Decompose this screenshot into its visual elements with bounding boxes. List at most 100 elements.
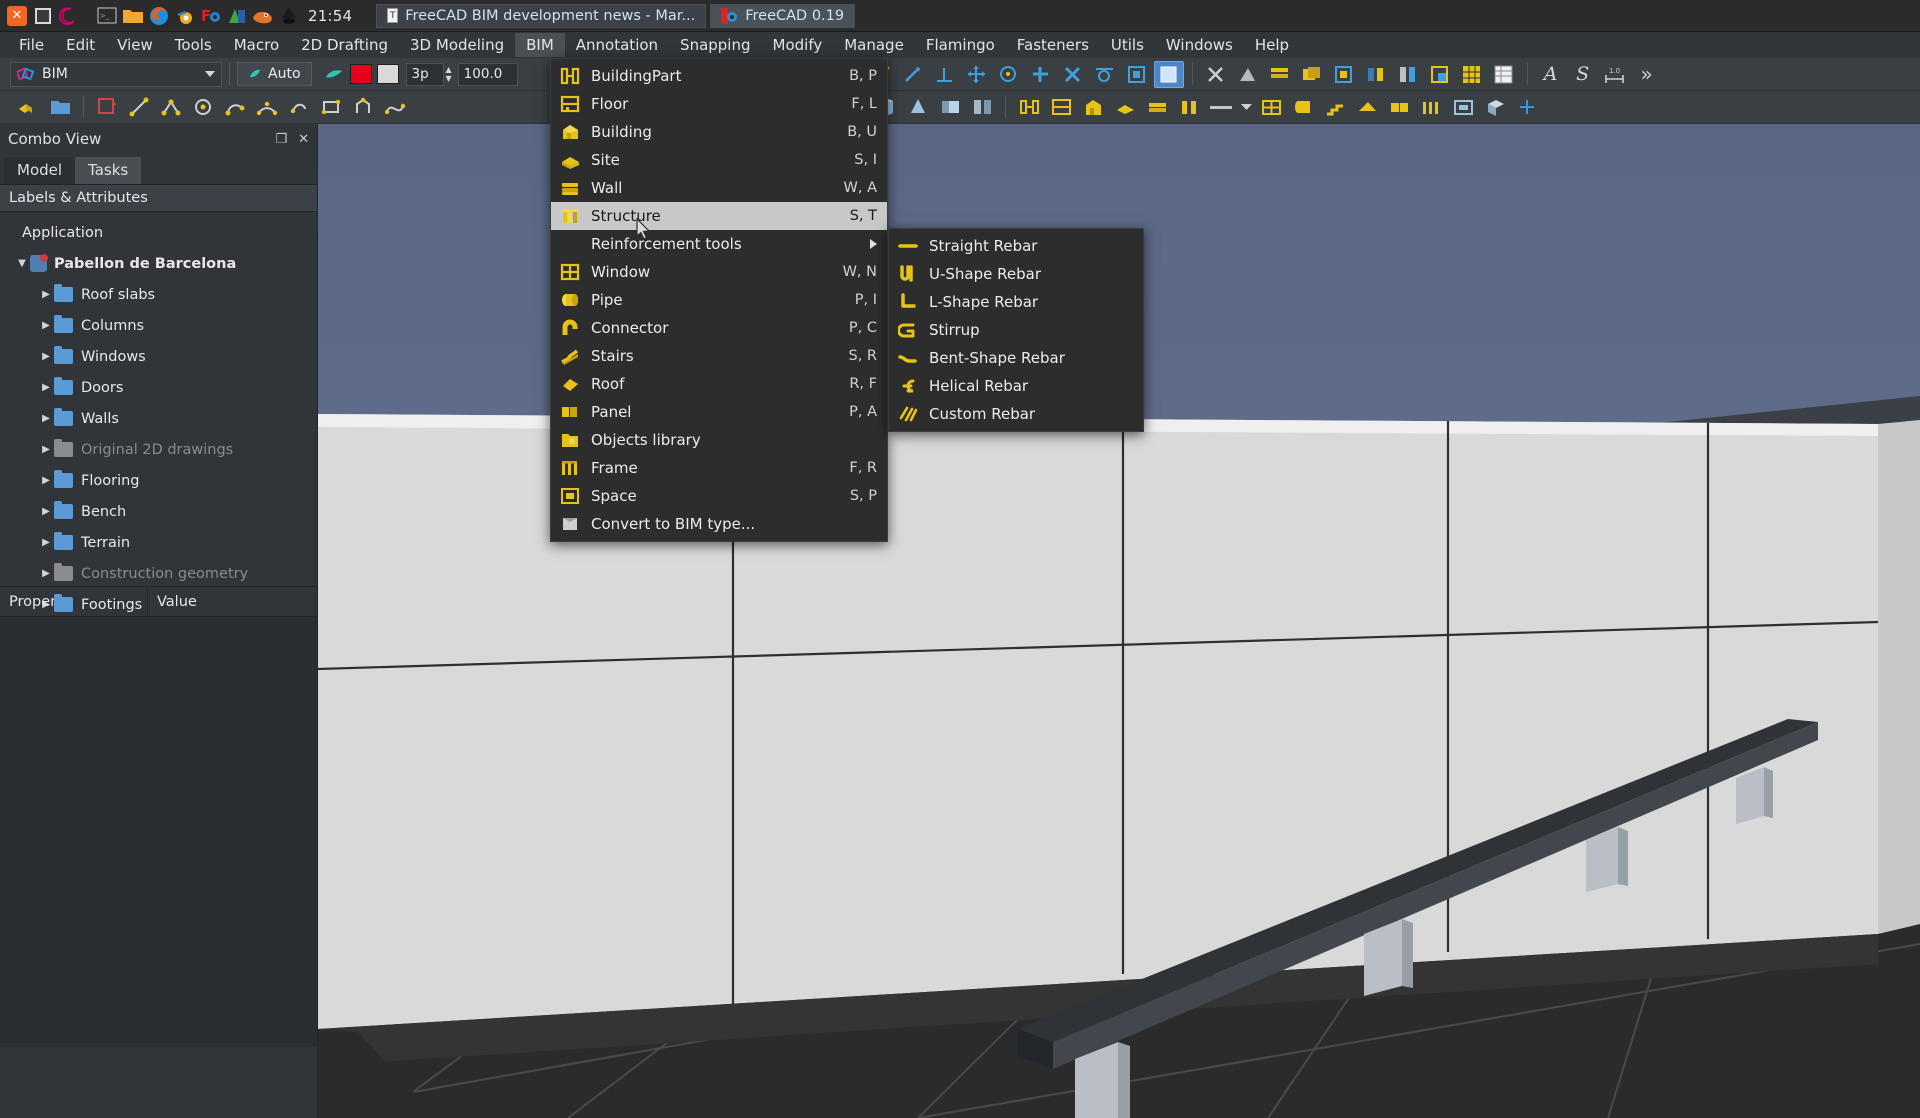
tree-item-construction-geometry[interactable]: ▶Construction geometry — [0, 558, 317, 589]
snap-center-icon[interactable] — [994, 61, 1024, 88]
menubar-item-annotation[interactable]: Annotation — [565, 33, 669, 57]
bim-frame-icon[interactable] — [1416, 94, 1446, 121]
xfce-close-icon[interactable]: ✕ — [4, 4, 30, 28]
tree-item-walls[interactable]: ▶Walls — [0, 403, 317, 434]
chevron-right-icon[interactable]: ▶ — [38, 506, 54, 517]
tree-item-roof-slabs[interactable]: ▶Roof slabs — [0, 279, 317, 310]
inkscape-icon[interactable] — [276, 4, 302, 28]
submenu-item-helical-rebar[interactable]: Helical Rebar — [889, 372, 1143, 400]
bim-menu-item-structure[interactable]: StructureS, T — [551, 202, 887, 230]
tree-item-bench[interactable]: ▶Bench — [0, 496, 317, 527]
modify-rotate-icon[interactable] — [1233, 61, 1263, 88]
draft-rectangle-icon[interactable] — [316, 94, 346, 121]
submenu-item-stirrup[interactable]: Stirrup — [889, 316, 1143, 344]
firefox-icon[interactable] — [146, 4, 172, 28]
chevron-right-icon[interactable]: ▶ — [38, 444, 54, 455]
close-panel-icon[interactable]: ✕ — [298, 132, 309, 147]
modify-move-icon[interactable] — [1201, 61, 1231, 88]
modify-table-icon[interactable] — [1489, 61, 1519, 88]
debian-icon[interactable] — [56, 4, 82, 28]
bim-menu-item-connector[interactable]: ConnectorP, C — [551, 314, 887, 342]
bim-floor-icon[interactable] — [1046, 94, 1076, 121]
bim-menu-item-reinforcement-tools[interactable]: Reinforcement tools — [551, 230, 887, 258]
submenu-item-straight-rebar[interactable]: Straight Rebar — [889, 232, 1143, 260]
workbench-selector[interactable]: BIM — [10, 62, 222, 87]
menubar-item-view[interactable]: View — [106, 33, 164, 57]
chevron-right-icon[interactable]: ▶ — [38, 413, 54, 424]
line-width-stepper[interactable]: ▲▼ — [446, 66, 452, 82]
bim-menu-item-buildingpart[interactable]: BuildingPartB, P — [551, 62, 887, 90]
chevron-right-icon[interactable]: ▶ — [38, 289, 54, 300]
tree-item-flooring[interactable]: ▶Flooring — [0, 465, 317, 496]
submenu-item-bent-shape-rebar[interactable]: Bent-Shape Rebar — [889, 344, 1143, 372]
bim-menu-item-pipe[interactable]: PipeP, I — [551, 286, 887, 314]
bim-component-icon[interactable] — [1480, 94, 1510, 121]
bim-menu-item-stairs[interactable]: StairsS, R — [551, 342, 887, 370]
tree-item-original-2d-drawings[interactable]: ▶Original 2D drawings — [0, 434, 317, 465]
menubar-item-file[interactable]: File — [8, 33, 55, 57]
tree-item-terrain[interactable]: ▶Terrain — [0, 527, 317, 558]
window-icon[interactable] — [30, 4, 56, 28]
menubar-item-modify[interactable]: Modify — [762, 33, 834, 57]
menubar-item-windows[interactable]: Windows — [1155, 33, 1244, 57]
menubar-item-manage[interactable]: Manage — [833, 33, 915, 57]
dimension-icon[interactable]: 1.0 — [1600, 61, 1630, 88]
bim-panel-icon[interactable] — [1384, 94, 1414, 121]
bim-menu-item-space[interactable]: SpaceS, P — [551, 482, 887, 510]
chevron-right-icon[interactable]: ▶ — [38, 351, 54, 362]
submenu-item-custom-rebar[interactable]: Custom Rebar — [889, 400, 1143, 428]
menubar-item-utils[interactable]: Utils — [1100, 33, 1155, 57]
draft-line-icon[interactable] — [124, 94, 154, 121]
bim-add-icon[interactable]: + — [1512, 94, 1542, 121]
snap-ortho-icon[interactable] — [898, 61, 928, 88]
bim-menu-item-panel[interactable]: PanelP, A — [551, 398, 887, 426]
bim-site-icon[interactable] — [1110, 94, 1140, 121]
draft-arc-icon[interactable] — [220, 94, 250, 121]
chevron-right-icon[interactable]: ▶ — [38, 537, 54, 548]
gimp-icon[interactable] — [250, 4, 276, 28]
face-color-swatch[interactable] — [377, 64, 399, 84]
snap-add-icon[interactable] — [1026, 61, 1056, 88]
menubar-item-edit[interactable]: Edit — [55, 33, 106, 57]
bim-menu-item-objects-library[interactable]: Objects library — [551, 426, 887, 454]
tree-item-windows[interactable]: ▶Windows — [0, 341, 317, 372]
bim-cone-icon[interactable] — [903, 94, 933, 121]
draft-bspline-icon[interactable] — [380, 94, 410, 121]
chevron-right-icon[interactable]: ▶ — [38, 320, 54, 331]
menubar-item-2d-drafting[interactable]: 2D Drafting — [290, 33, 399, 57]
bim-pipe-icon[interactable] — [1288, 94, 1318, 121]
float-panel-icon[interactable]: ❐ — [275, 132, 287, 147]
chevron-right-icon[interactable]: ▶ — [38, 475, 54, 486]
snap-move-icon[interactable] — [962, 61, 992, 88]
bim-menu-item-roof[interactable]: RoofR, F — [551, 370, 887, 398]
bim-roof-icon[interactable] — [1352, 94, 1382, 121]
modify-array-icon[interactable] — [1265, 61, 1295, 88]
bim-menu-item-floor[interactable]: FloorF, L — [551, 90, 887, 118]
menubar-item-fasteners[interactable]: Fasteners — [1006, 33, 1100, 57]
bim-project-icon[interactable] — [45, 94, 75, 121]
tree-item-doors[interactable]: ▶Doors — [0, 372, 317, 403]
tree-item-document[interactable]: ▼Pabellon de Barcelona — [0, 248, 317, 279]
bim-menu-item-window[interactable]: WindowW, N — [551, 258, 887, 286]
modify-offset-icon[interactable] — [1329, 61, 1359, 88]
draft-circle-icon[interactable] — [188, 94, 218, 121]
auto-group-button[interactable]: Auto — [237, 62, 312, 86]
bim-menu-item-building[interactable]: BuildingB, U — [551, 118, 887, 146]
bim-building-icon[interactable] — [1078, 94, 1108, 121]
menubar-item-snapping[interactable]: Snapping — [669, 33, 761, 57]
chevron-right-icon[interactable]: ▶ — [38, 568, 54, 579]
draft-polyline-icon[interactable] — [156, 94, 186, 121]
menubar-item-bim[interactable]: BIM — [515, 33, 565, 57]
files-icon[interactable] — [120, 4, 146, 28]
modify-trim-icon[interactable] — [1361, 61, 1391, 88]
bim-space-icon[interactable] — [1448, 94, 1478, 121]
blender-icon[interactable] — [172, 4, 198, 28]
bim-structure-icon[interactable] — [1174, 94, 1204, 121]
snap-toggle-icon[interactable] — [1154, 61, 1184, 88]
autogroup-off-icon[interactable] — [319, 61, 349, 88]
bim-menu-item-wall[interactable]: WallW, A — [551, 174, 887, 202]
bim-menu-item-frame[interactable]: FrameF, R — [551, 454, 887, 482]
text-italic-icon[interactable]: A — [1536, 61, 1566, 88]
snap-intersection-icon[interactable] — [1058, 61, 1088, 88]
bim-boolean-icon[interactable] — [935, 94, 965, 121]
